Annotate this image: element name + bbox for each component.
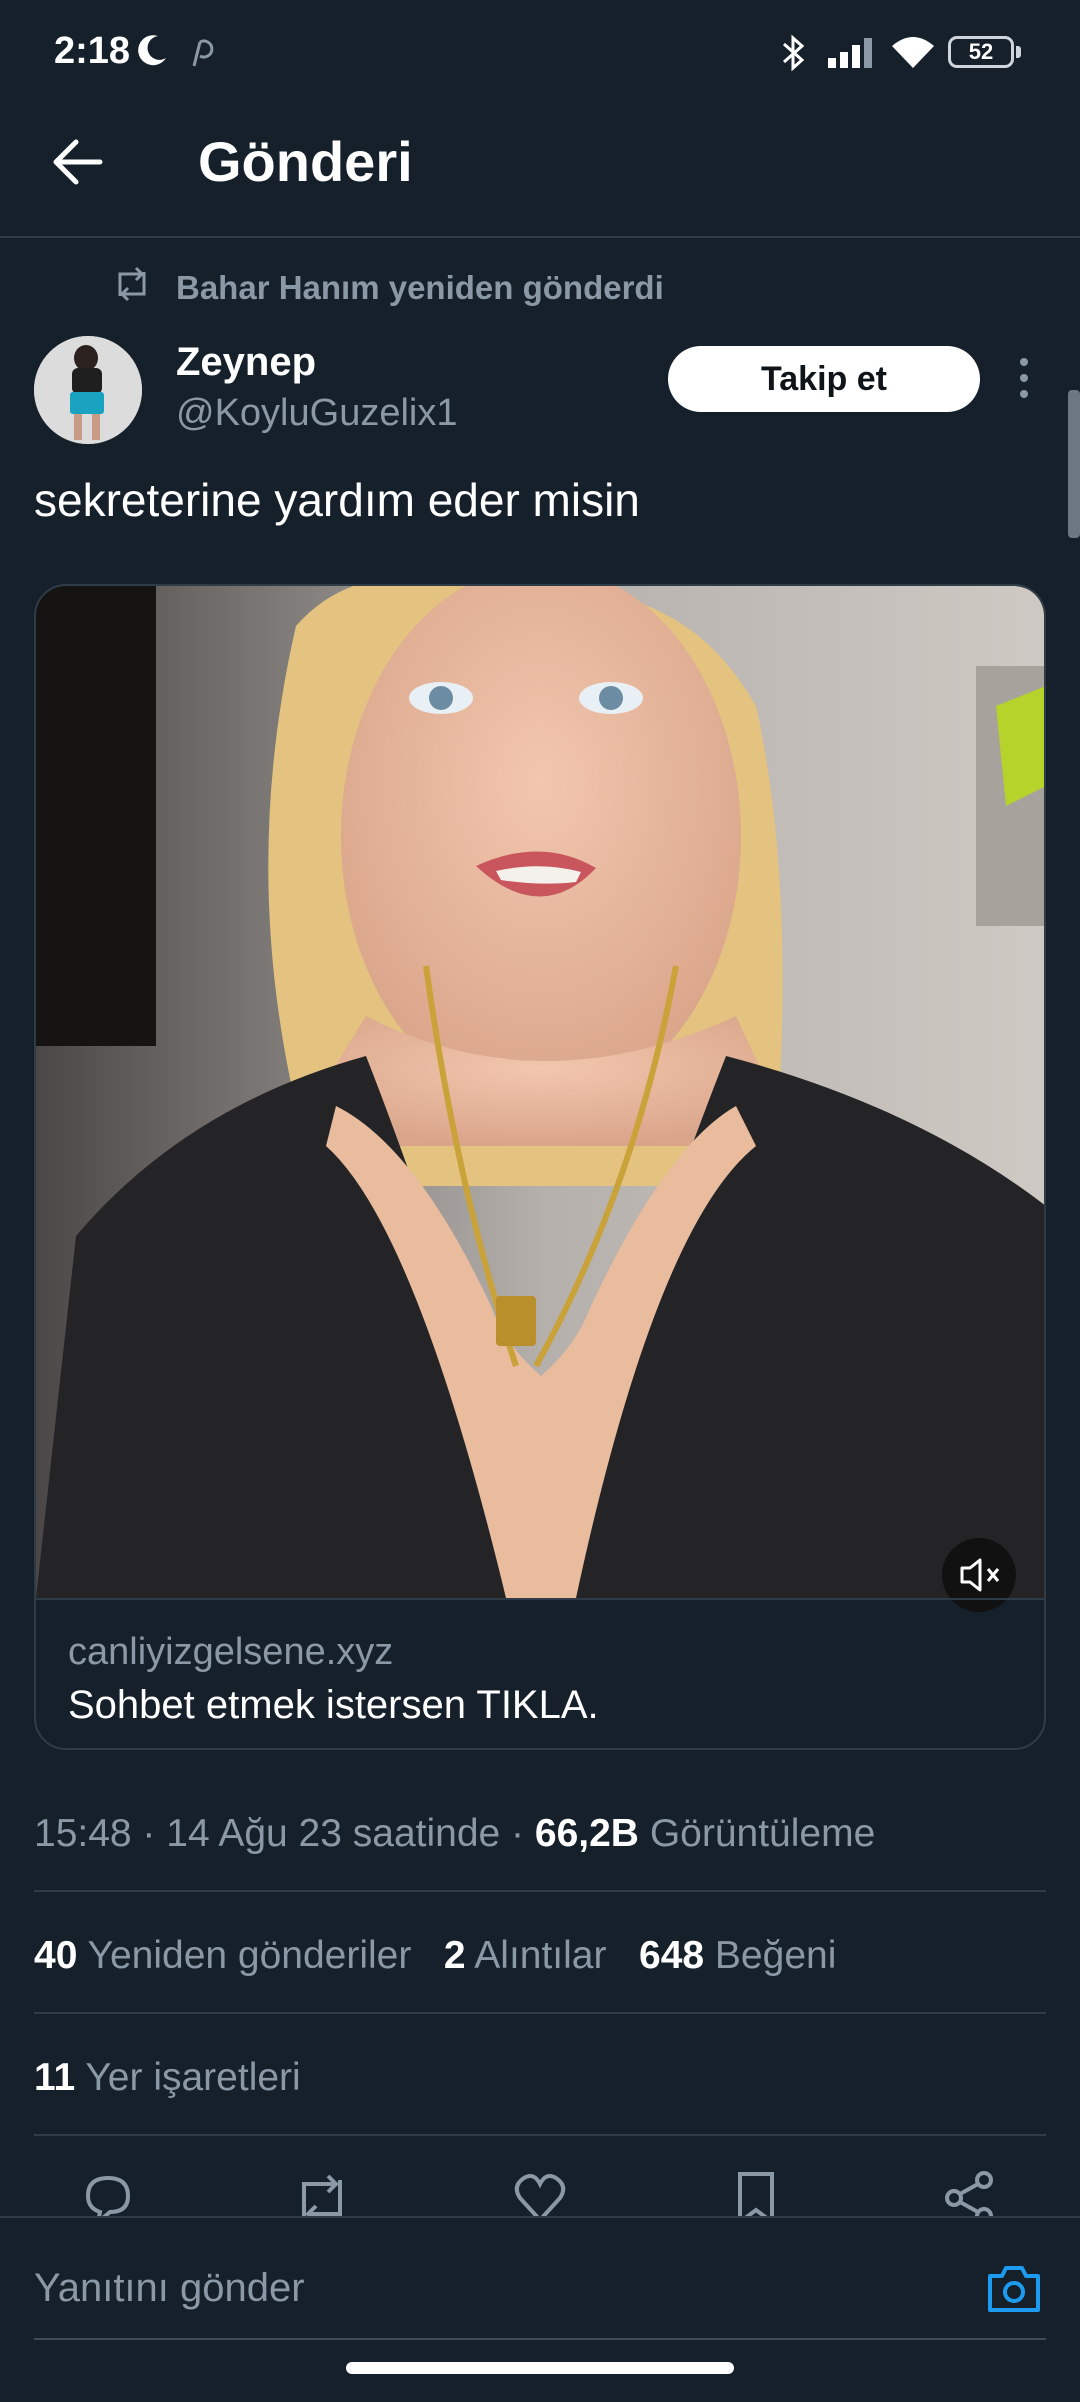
author-handle[interactable]: @KoyluGuzelix1 [176, 388, 457, 438]
page-title: Gönderi [198, 130, 413, 193]
battery-icon: 52 [948, 36, 1014, 68]
divider [34, 1890, 1046, 1892]
views-count[interactable]: 66,2B [535, 1812, 639, 1855]
battery-level: 52 [968, 39, 994, 64]
repost-indicator[interactable]: Bahar Hanım yeniden gönderdi [176, 266, 664, 310]
avatar[interactable] [34, 336, 142, 444]
wifi-icon [892, 37, 934, 68]
battery-tip [1016, 46, 1021, 58]
link-card[interactable]: canliyizgelsene.xyz Sohbet etmek isterse… [34, 584, 1046, 1750]
reposts-count: 40 [34, 1934, 78, 1977]
reposts-label: Yeniden gönderiler [87, 1934, 412, 1977]
tweet-text: sekreterine yardım eder misin [34, 474, 640, 526]
bookmarks-stat[interactable]: 11 Yer işaretleri [34, 2052, 301, 2104]
views-label: Görüntüleme [649, 1812, 876, 1855]
reply-input[interactable]: Yanıtını gönder [34, 2262, 305, 2314]
scrollbar[interactable] [1068, 390, 1080, 538]
follow-button[interactable]: Takip et [668, 346, 980, 412]
engagement-stats: 40 Yeniden gönderiler 2 Alıntılar 648 Be… [34, 1930, 836, 1982]
bookmarks-label: Yer işaretleri [85, 2056, 301, 2099]
likes-label: Beğeni [714, 1934, 837, 1977]
post-timestamp: 15:48 · 14 Ağu 23 saatinde · [34, 1812, 525, 1855]
video-thumbnail[interactable] [36, 586, 1046, 1598]
more-options-icon[interactable] [1014, 356, 1034, 400]
camera-icon[interactable] [984, 2260, 1044, 2316]
post-meta: 15:48 · 14 Ağu 23 saatinde · 66,2B Görün… [34, 1808, 875, 1860]
quotes-label: Alıntılar [474, 1934, 607, 1977]
divider [34, 2012, 1046, 2014]
reply-underline [34, 2338, 1046, 2340]
bookmarks-count: 11 [34, 2056, 76, 2099]
likes-count: 648 [639, 1934, 705, 1977]
moon-icon [138, 35, 166, 66]
quotes-stat[interactable]: 2 Alıntılar [444, 1934, 607, 1977]
avatar-image [34, 336, 142, 444]
reposts-stat[interactable]: 40 Yeniden gönderiler [34, 1934, 411, 1977]
author-name[interactable]: Zeynep [176, 336, 316, 388]
retweet-icon [118, 266, 146, 302]
card-domain: canliyizgelsene.xyz [68, 1631, 394, 1673]
status-time: 2:18 [54, 30, 131, 72]
signal-icon [828, 38, 872, 68]
arrow-left-icon[interactable] [46, 130, 110, 194]
header-divider [0, 236, 1080, 238]
card-title: Sohbet etmek istersen TIKLA. [68, 1683, 599, 1727]
status-bar: 2:18 52 [0, 0, 1080, 110]
pinterest-icon [192, 39, 214, 67]
divider [34, 2134, 1046, 2136]
home-indicator[interactable] [346, 2362, 734, 2374]
bluetooth-icon [783, 34, 805, 72]
quotes-count: 2 [443, 1934, 466, 1977]
likes-stat[interactable]: 648 Beğeni [639, 1934, 836, 1977]
